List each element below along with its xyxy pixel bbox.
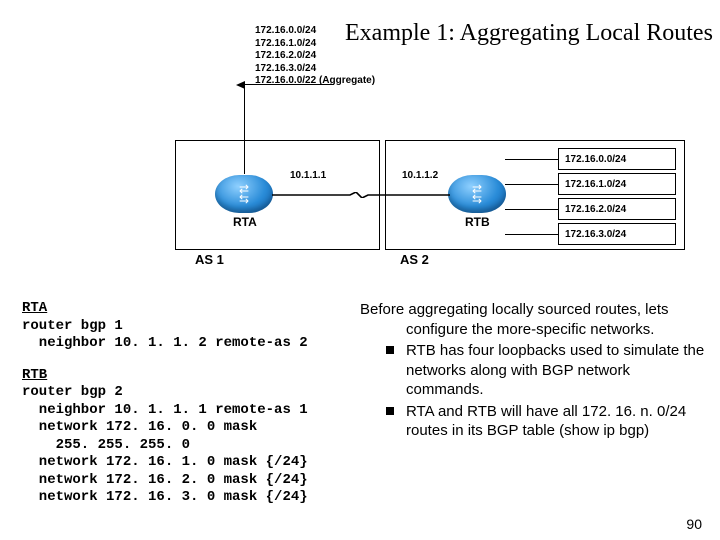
code-line: network 172. 16. 0. 0 mask — [22, 419, 352, 437]
code-line: router bgp 1 — [22, 318, 352, 336]
code-line: 255. 255. 255. 0 — [22, 437, 352, 455]
rtb-label: RTB — [465, 215, 490, 229]
code-line: router bgp 2 — [22, 384, 352, 402]
route-item: 172.16.3.0/24 — [255, 63, 375, 76]
explanation-text: Before aggregating locally sourced route… — [360, 300, 705, 441]
lead-text: Before aggregating locally sourced route… — [360, 300, 705, 339]
as1-label: AS 1 — [195, 252, 224, 267]
bullet-icon — [386, 346, 394, 354]
code-line: neighbor 10. 1. 1. 2 remote-as 2 — [22, 335, 352, 353]
ip-rtb: 10.1.1.2 — [402, 170, 438, 181]
rtb-route-box: 172.16.3.0/24 — [558, 223, 676, 245]
page-number: 90 — [686, 516, 702, 532]
aggregate-arrow-icon — [244, 84, 334, 85]
as2-label: AS 2 — [400, 252, 429, 267]
rta-advertised-routes: 172.16.0.0/24 172.16.1.0/24 172.16.2.0/2… — [255, 25, 375, 88]
rtb-route-box: 172.16.2.0/24 — [558, 198, 676, 220]
code-line: neighbor 10. 1. 1. 1 remote-as 1 — [22, 402, 352, 420]
router-rtb-icon: ⇄⇆ — [448, 175, 506, 213]
bullet-item: RTB has four loopbacks used to simulate … — [360, 341, 705, 400]
route-item: 172.16.2.0/24 — [255, 50, 375, 63]
topology-diagram: 172.16.0.0/24 172.16.1.0/24 172.16.2.0/2… — [140, 20, 700, 280]
code-line: network 172. 16. 1. 0 mask {/24} — [22, 454, 352, 472]
rta-label: RTA — [233, 215, 257, 229]
ip-rta: 10.1.1.1 — [290, 170, 326, 181]
route-item: 172.16.0.0/24 — [255, 25, 375, 38]
rtb-route-box: 172.16.1.0/24 — [558, 173, 676, 195]
rtb-heading: RTB — [22, 367, 352, 385]
route-item: 172.16.0.0/22 (Aggregate) — [255, 75, 375, 88]
code-line: network 172. 16. 2. 0 mask {/24} — [22, 472, 352, 490]
bullet-icon — [386, 407, 394, 415]
router-rta-icon: ⇄⇆ — [215, 175, 273, 213]
bullet-text: RTA and RTB will have all 172. 16. n. 0/… — [406, 403, 686, 440]
rta-heading: RTA — [22, 300, 352, 318]
config-code: RTA router bgp 1 neighbor 10. 1. 1. 2 re… — [22, 300, 352, 513]
rtb-route-box: 172.16.0.0/24 — [558, 148, 676, 170]
route-item: 172.16.1.0/24 — [255, 38, 375, 51]
rtb-route-connectors — [505, 148, 558, 248]
bullet-text: RTB has four loopbacks used to simulate … — [406, 342, 704, 398]
wan-link-icon — [272, 192, 450, 198]
bullet-item: RTA and RTB will have all 172. 16. n. 0/… — [360, 402, 705, 441]
code-line: network 172. 16. 3. 0 mask {/24} — [22, 489, 352, 507]
